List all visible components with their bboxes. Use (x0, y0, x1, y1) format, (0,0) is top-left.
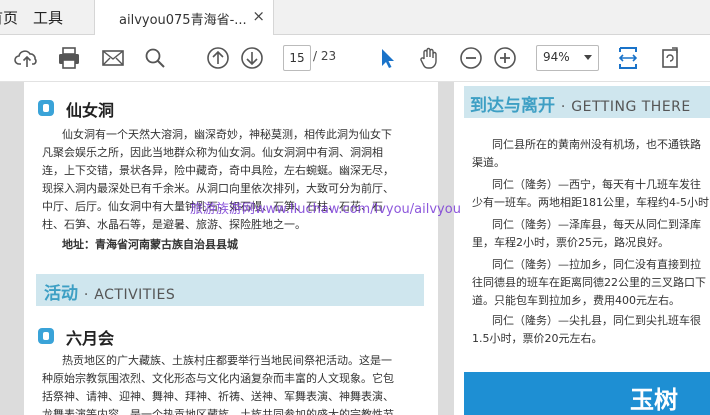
paragraph-line: 凡聚会娱乐之所，因此当地群众称为仙女洞。仙女洞洞中有洞、洞洞相 (42, 146, 383, 159)
band-dot: · (83, 287, 89, 303)
info-icon (38, 328, 54, 344)
close-icon[interactable]: × (252, 7, 265, 25)
paragraph-line: 道。只能包车到拉加乡，费用400元左右。 (472, 294, 680, 307)
zoom-select[interactable]: 94% (536, 45, 599, 71)
paragraph-line: 柱、石笋、水晶石等，是避暑、旅游、探险胜地之一。 (42, 218, 306, 231)
zoom-out-icon[interactable] (458, 45, 484, 71)
zoom-value: 94% (543, 50, 570, 64)
getting-there-band: 到达与离开 · GETTING THERE (464, 86, 710, 118)
band-title-en: ACTIVITIES (94, 287, 176, 303)
pdf-page-left: 仙女洞 仙女洞有一个天然大溶洞，幽深奇妙，神秘莫测，相传此洞为仙女下 凡聚会娱乐… (24, 82, 438, 415)
fit-page-icon[interactable] (615, 45, 641, 71)
document-viewer[interactable]: 仙女洞 仙女洞有一个天然大溶洞，幽深奇妙，神秘莫测，相传此洞为仙女下 凡聚会娱乐… (0, 82, 710, 415)
paragraph-line: 同仁（隆务）—拉加乡，同仁没有直接到拉 (492, 258, 701, 271)
band-title-cn: 到达与离开 (470, 96, 555, 116)
paragraph-line: 里，车程2小时，票价25元，路况良好。 (472, 236, 669, 249)
section-title-liuyuehui: 六月会 (66, 329, 115, 348)
info-icon (38, 100, 54, 116)
paragraph-line: 现探入洞内最深处已有千余米。从洞口向里依次排列，大致可分为前厅、 (42, 182, 394, 195)
pointer-icon[interactable] (374, 45, 400, 71)
paragraph-line: 连，上下交错，景状各异，险中藏奇，奇中具险，左右蜿蜒。幽深无尽， (42, 164, 394, 177)
paragraph-line: 种原始宗教氛围浓烈、文化形态与文化内涵复杂而丰富的人文现象。它包 (42, 372, 394, 385)
document-tab[interactable]: ailvyou075青海省-... × (94, 0, 274, 35)
paragraph-line: 同仁县所在的黄南州没有机场，也不通铁路 (492, 138, 701, 151)
print-icon[interactable] (56, 45, 82, 71)
paragraph-line: 龙舞表演等内容，是一个热贡地区藏族、土族共同参加的盛大的宗教性节 (42, 408, 394, 415)
paragraph-line: 热贡地区的广大藏族、土族村庄都要举行当地民间祭祀活动。这是一 (62, 354, 392, 367)
page-number-input[interactable]: 15 (283, 45, 311, 71)
section-title-xiannvdong: 仙女洞 (66, 101, 115, 120)
menu-tools[interactable]: 工具 (33, 7, 63, 28)
band-title: 活动 · ACTIVITIES (44, 279, 175, 304)
band-title: 到达与离开 · GETTING THERE (470, 91, 691, 116)
toolbar: 15 / 23 94% (0, 35, 710, 82)
mail-icon[interactable] (100, 45, 126, 71)
paragraph-line: 同仁（隆务）—尖扎县，同仁到尖扎班车很 (492, 314, 701, 327)
yushu-title: 玉树 (630, 386, 678, 414)
yushu-band: 玉树 (464, 372, 710, 415)
address-label: 地址：青海省河南蒙古族自治县县城 (62, 238, 238, 251)
zoom-in-icon[interactable] (492, 45, 518, 71)
page-total: / 23 (313, 49, 337, 63)
tab-bar: 首页 工具 ailvyou075青海省-... × (0, 0, 710, 35)
band-title-cn: 活动 (44, 284, 78, 304)
paragraph-line: 仙女洞有一个天然大溶洞，幽深奇妙，神秘莫测，相传此洞为仙女下 (62, 128, 392, 141)
activities-band: 活动 · ACTIVITIES (36, 274, 424, 306)
tab-title: ailvyou075青海省-... (119, 13, 247, 28)
hand-icon[interactable] (416, 45, 442, 71)
band-title-en: GETTING THERE (571, 99, 691, 115)
chevron-down-icon (584, 55, 592, 60)
paragraph-line: 1.5小时，票价20元左右。 (472, 332, 603, 345)
pdf-page-right: 到达与离开 · GETTING THERE 同仁县所在的黄南州没有机场，也不通铁… (454, 82, 710, 415)
paragraph-line: 渠道。 (472, 156, 505, 169)
page-down-icon[interactable] (239, 45, 265, 71)
band-dot: · (560, 99, 566, 115)
search-icon[interactable] (142, 45, 168, 71)
menu-home[interactable]: 首页 (0, 7, 18, 28)
paragraph-line: 同仁（隆务）—泽库县，每天从同仁到泽库 (492, 218, 701, 231)
upload-icon[interactable] (14, 45, 40, 71)
paragraph-line: 括祭神、请神、迎神、舞神、拜神、祈祷、送神、军舞表演、神舞表演、 (42, 390, 394, 403)
paragraph-line: 往同德县的班车在距离同德22公里的三叉路口下 (472, 276, 706, 289)
watermark: 旅游族游网www.lIuchaw.com/lvyou/ailvyou (190, 202, 461, 217)
page-up-icon[interactable] (205, 45, 231, 71)
paragraph-line: 少有一班车。两地相距181公里，车程约4-5小时 (472, 196, 709, 209)
paragraph-line: 同仁（隆务）—西宁，每天有十几班车发往 (492, 178, 701, 191)
rotate-icon[interactable] (657, 45, 683, 71)
